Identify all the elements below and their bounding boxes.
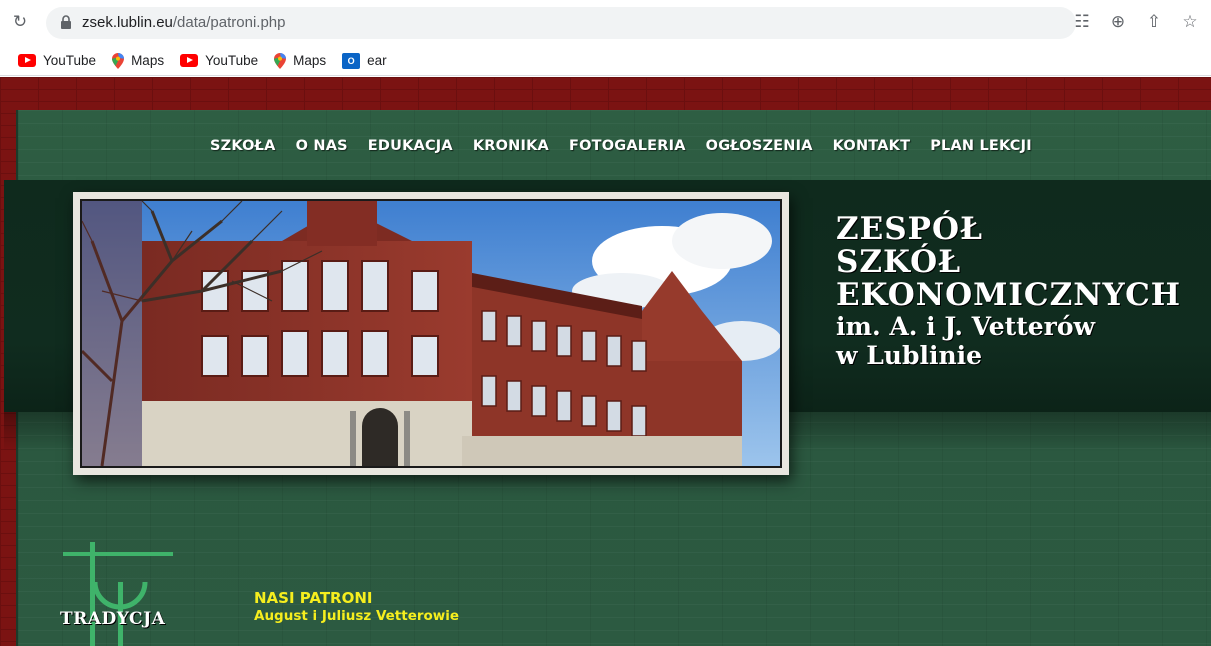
- reload-icon[interactable]: ↻: [10, 12, 30, 32]
- bookmark-youtube-1[interactable]: YouTube: [18, 53, 96, 68]
- bookmark-label: Maps: [131, 53, 165, 68]
- bookmark-maps-2[interactable]: Maps: [274, 52, 327, 69]
- translate-icon[interactable]: ☷: [1071, 11, 1093, 33]
- maps-icon: [112, 52, 125, 69]
- bookmark-label: Maps: [293, 53, 327, 68]
- tradycja-logo[interactable]: [55, 542, 215, 646]
- bookmark-label: YouTube: [205, 53, 259, 68]
- school-name-line-3: EKONOMICZNYCH: [836, 277, 1182, 313]
- bookmark-youtube-2[interactable]: YouTube: [180, 53, 258, 68]
- nav-kontakt[interactable]: KONTAKT: [833, 138, 911, 154]
- bookmark-star-icon[interactable]: ☆: [1179, 11, 1201, 33]
- main-nav: SZKOŁA O NAS EDUKACJA KRONIKA FOTOGALERI…: [210, 138, 1032, 154]
- nav-szkola[interactable]: SZKOŁA: [210, 138, 276, 154]
- school-name: ZESPÓŁ SZKÓŁ EKONOMICZNYCH im. A. i J. V…: [836, 211, 1182, 371]
- bookmark-label: ear: [367, 53, 387, 68]
- address-bar[interactable]: zsek.lublin.eu/data/patroni.php: [46, 7, 1076, 39]
- school-name-line-4: im. A. i J. Vetterów: [836, 312, 1096, 341]
- nav-fotogaleria[interactable]: FOTOGALERIA: [569, 138, 686, 154]
- bookmark-outlook[interactable]: O ear: [342, 52, 387, 69]
- school-name-line-1: ZESPÓŁ: [836, 211, 983, 247]
- outlook-icon: O: [342, 52, 361, 69]
- school-name-line-5: w Lublinie: [836, 341, 983, 370]
- nav-plan-lekcji[interactable]: PLAN LEKCJI: [930, 138, 1032, 154]
- patroni-section: NASI PATRONI August i Juliusz Vetterowie: [254, 589, 459, 624]
- youtube-icon: [180, 54, 199, 67]
- bookmark-label: YouTube: [43, 53, 97, 68]
- patroni-subtitle[interactable]: August i Juliusz Vetterowie: [254, 608, 459, 624]
- youtube-icon: [18, 54, 36, 67]
- patroni-title[interactable]: NASI PATRONI: [254, 589, 459, 607]
- school-name-line-2: SZKÓŁ: [836, 244, 962, 280]
- maps-icon: [274, 52, 287, 69]
- toolbar-icons: ☷ ⊕ ⇧ ☆: [1071, 11, 1201, 33]
- bookmark-maps-1[interactable]: Maps: [112, 52, 165, 69]
- nav-ogloszenia[interactable]: OGŁOSZENIA: [706, 138, 813, 154]
- nav-edukacja[interactable]: EDUKACJA: [368, 138, 453, 154]
- url-path: /data/patroni.php: [172, 14, 286, 31]
- school-photo: [80, 199, 782, 468]
- school-photo-frame: [73, 192, 789, 475]
- browser-toolbar: ↻ zsek.lublin.eu/data/patroni.php ☷ ⊕ ⇧ …: [0, 0, 1211, 46]
- zoom-icon[interactable]: ⊕: [1107, 11, 1129, 33]
- share-icon[interactable]: ⇧: [1143, 11, 1165, 33]
- lock-icon[interactable]: [60, 15, 72, 29]
- nav-kronika[interactable]: KRONIKA: [473, 138, 549, 154]
- url-text[interactable]: zsek.lublin.eu/data/patroni.php: [82, 14, 285, 31]
- nav-o-nas[interactable]: O NAS: [296, 138, 348, 154]
- web-page: SZKOŁA O NAS EDUKACJA KRONIKA FOTOGALERI…: [0, 77, 1211, 646]
- url-host: zsek.lublin.eu: [82, 14, 173, 31]
- tradycja-logo-text: TRADYCJA: [60, 609, 166, 629]
- bookmarks-bar: YouTube Maps YouTube Maps O ear: [0, 46, 1211, 76]
